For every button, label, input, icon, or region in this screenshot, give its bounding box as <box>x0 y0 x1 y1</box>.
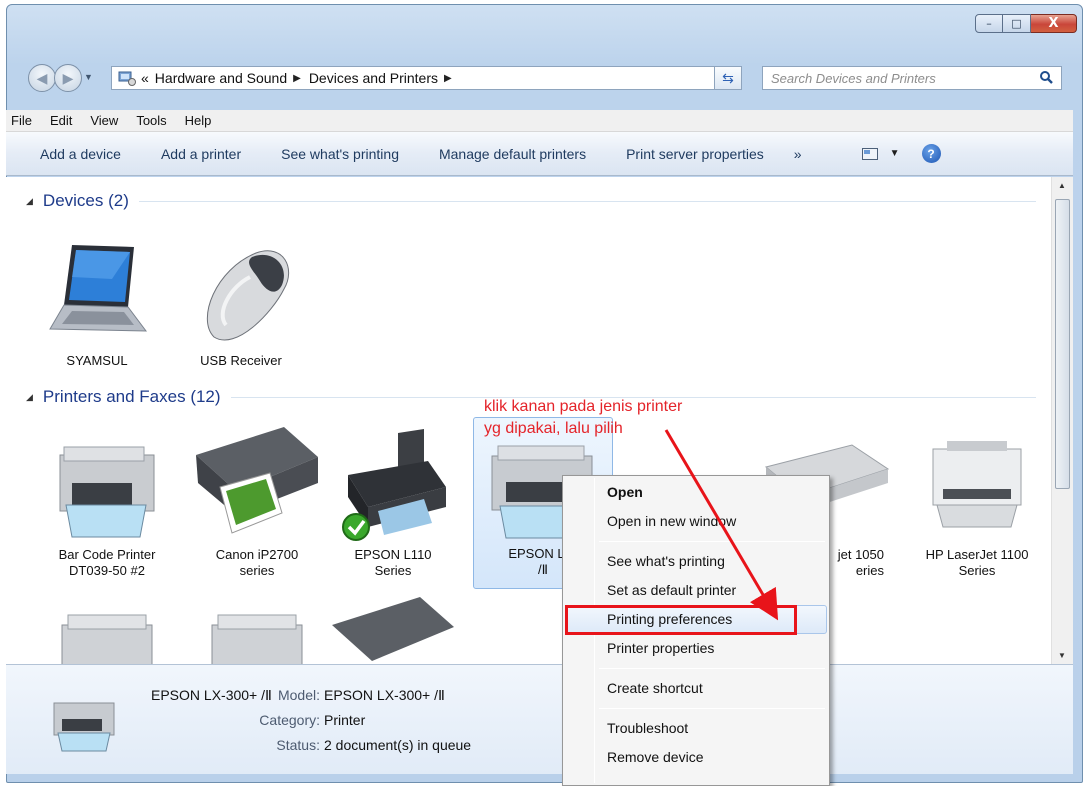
scroll-up-icon[interactable]: ▲ <box>1058 181 1066 190</box>
highlight-box <box>565 605 797 635</box>
manage-default-printers-button[interactable]: Manage default printers <box>439 146 586 162</box>
view-icon <box>861 147 878 160</box>
back-button[interactable]: ◀ <box>28 64 56 92</box>
printer-label: Canon iP2700 series <box>215 547 299 578</box>
group-divider <box>138 200 1036 202</box>
address-bar[interactable]: « Hardware and Sound ▶ Devices and Print… <box>111 66 741 90</box>
printer-bar-code[interactable]: Bar Code Printer DT039-50 #2 <box>42 427 172 579</box>
breadcrumb-hardware-and-sound[interactable]: Hardware and Sound <box>155 70 287 86</box>
print-server-properties-button[interactable]: Print server properties <box>626 146 764 162</box>
menu-separator <box>599 668 825 669</box>
menu-item-create-shortcut[interactable]: Create shortcut <box>565 674 827 703</box>
printer-icon <box>211 614 303 664</box>
printer-label: Bar Code Printer DT039-50 #2 <box>58 547 156 578</box>
collapse-triangle-icon[interactable]: ◢ <box>26 196 33 207</box>
menu-bar: File Edit View Tools Help <box>6 110 1073 132</box>
see-whats-printing-button[interactable]: See what's printing <box>281 146 399 162</box>
menu-item-open-new-window[interactable]: Open in new window <box>565 507 827 536</box>
mouse-icon <box>176 239 306 353</box>
menu-item-remove-device[interactable]: Remove device <box>565 743 827 772</box>
refresh-button[interactable]: ⇆ <box>714 66 742 90</box>
scroll-down-icon[interactable]: ▼ <box>1058 651 1066 660</box>
menu-edit[interactable]: Edit <box>50 113 72 128</box>
printer-epson-l110[interactable]: EPSON L110 Series <box>328 427 458 579</box>
printers-group-title: Printers and Faxes (12) <box>42 387 221 406</box>
printer-icon <box>42 427 172 547</box>
model-row: Model: EPSON LX-300+ /Ⅱ <box>277 687 445 703</box>
menu-tools[interactable]: Tools <box>136 113 166 128</box>
control-panel-icon <box>118 70 136 86</box>
scroll-thumb[interactable] <box>1055 199 1070 489</box>
search-icon[interactable] <box>1039 70 1053 87</box>
annotation-line-2: yg dipakai, lalu pilih <box>484 420 623 437</box>
devices-group-header[interactable]: ◢ Devices (2) <box>26 191 1036 211</box>
menu-item-open[interactable]: Open <box>565 478 827 507</box>
chevron-right-icon[interactable]: ▶ <box>293 73 301 84</box>
add-device-button[interactable]: Add a device <box>40 146 121 162</box>
instruction-annotation: klik kanan pada jenis printer yg dipakai… <box>484 396 682 440</box>
command-bar: Add a device Add a printer See what's pr… <box>6 132 1073 176</box>
device-syamsul[interactable]: SYAMSUL <box>32 239 162 369</box>
minimize-button[interactable]: – <box>975 14 1003 33</box>
menu-help[interactable]: Help <box>185 113 212 128</box>
printer-label: EPSON L110 Series <box>354 547 432 578</box>
menu-separator <box>599 541 825 542</box>
printer-canon-ip2700[interactable]: Canon iP2700 series <box>192 427 322 579</box>
printer-row2-3[interactable] <box>328 587 458 664</box>
menu-separator <box>599 708 825 709</box>
details-pane: EPSON LX-300+ /Ⅱ Model: EPSON LX-300+ /Ⅱ … <box>6 664 1073 774</box>
printer-icon <box>902 427 1051 547</box>
navigation-row: ◀ ▶ ▼ « Hardware and Sound ▶ Devices and… <box>14 61 1079 95</box>
printer-hp-laserjet-1100[interactable]: HP LaserJet 1100 Series <box>902 427 1051 579</box>
status-row: Status: 2 document(s) in queue <box>276 737 472 753</box>
search-input[interactable]: Search Devices and Printers <box>762 66 1062 90</box>
laptop-icon <box>32 239 162 353</box>
change-view-button[interactable]: ▼ <box>861 147 900 160</box>
printer-thumbnail-icon <box>48 689 122 756</box>
menu-item-set-default[interactable]: Set as default printer <box>565 576 827 605</box>
maximize-button[interactable]: □ <box>1003 14 1031 33</box>
devices-group-title: Devices (2) <box>42 191 129 210</box>
breadcrumb-overflow[interactable]: « <box>141 70 149 86</box>
annotation-line-1: klik kanan pada jenis printer <box>484 398 683 415</box>
device-label: SYAMSUL <box>66 353 128 368</box>
collapse-triangle-icon[interactable]: ◢ <box>26 392 33 403</box>
search-placeholder: Search Devices and Printers <box>771 70 936 86</box>
help-icon[interactable]: ? <box>921 144 941 163</box>
printer-row2-2[interactable] <box>192 597 322 664</box>
printer-icon <box>328 427 458 547</box>
forward-button[interactable]: ▶ <box>54 64 82 92</box>
menu-item-troubleshoot[interactable]: Troubleshoot <box>565 714 827 743</box>
vertical-scrollbar[interactable]: ▲ ▼ <box>1051 177 1073 664</box>
category-row: Category: Printer <box>259 712 366 728</box>
menu-file[interactable]: File <box>11 113 32 128</box>
printer-icon <box>192 427 322 547</box>
more-commands-button[interactable]: » <box>794 146 802 162</box>
printer-row2-1[interactable] <box>42 597 172 664</box>
device-usb-receiver[interactable]: USB Receiver <box>176 239 306 369</box>
caption-buttons: – □ X <box>975 14 1077 33</box>
chevron-right-icon[interactable]: ▶ <box>444 73 452 84</box>
menu-item-printer-properties[interactable]: Printer properties <box>565 634 827 663</box>
printer-label: HP LaserJet 1100 Series <box>925 547 1029 578</box>
recent-pages-dropdown[interactable]: ▼ <box>84 72 93 82</box>
printer-icon <box>332 597 454 661</box>
menu-view[interactable]: View <box>90 113 118 128</box>
printer-icon <box>61 614 153 664</box>
breadcrumb-devices-and-printers[interactable]: Devices and Printers <box>309 70 438 86</box>
add-printer-button[interactable]: Add a printer <box>161 146 241 162</box>
device-label: USB Receiver <box>200 353 282 368</box>
close-button[interactable]: X <box>1031 14 1077 33</box>
menu-item-see-whats-printing[interactable]: See what's printing <box>565 547 827 576</box>
